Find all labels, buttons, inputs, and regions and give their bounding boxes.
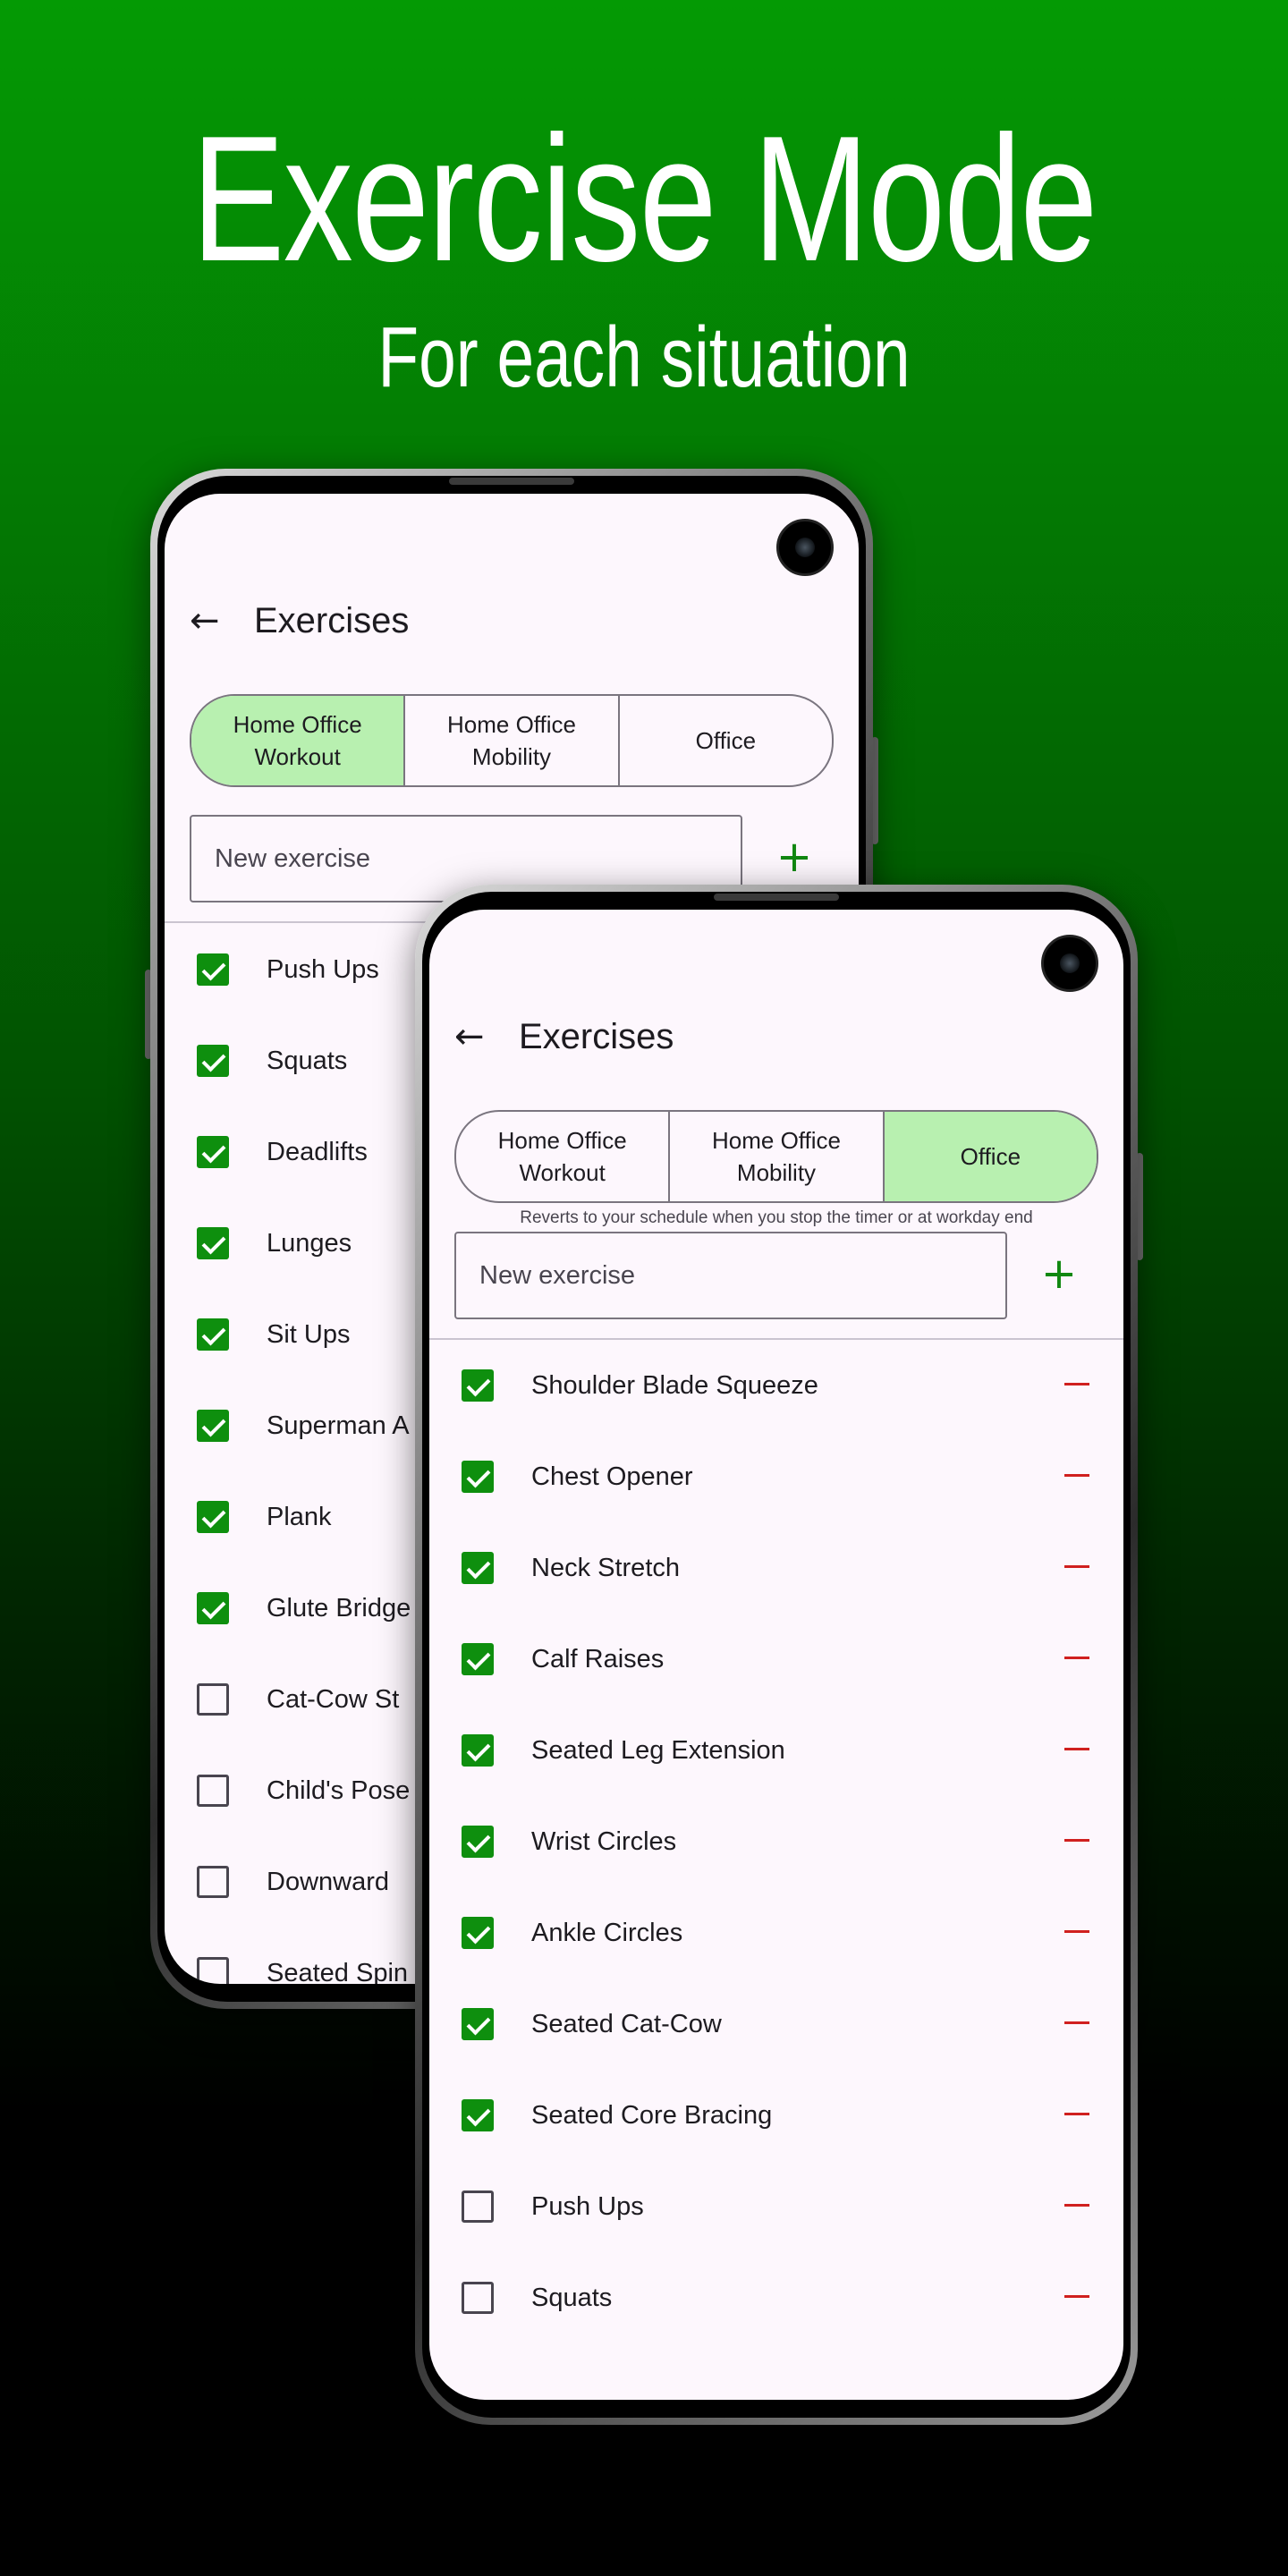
exercise-label: Squats: [531, 2284, 613, 2312]
list-item[interactable]: Shoulder Blade Squeeze: [429, 1340, 1123, 1431]
list-item[interactable]: Wrist Circles: [429, 1796, 1123, 1887]
add-exercise-button[interactable]: +: [767, 830, 821, 884]
speaker-slot: [714, 894, 839, 901]
page-title: Exercises: [519, 1017, 674, 1056]
exercise-label: Ankle Circles: [531, 1919, 683, 1947]
checkbox[interactable]: [462, 1369, 494, 1402]
remove-exercise-button[interactable]: [1064, 2204, 1089, 2207]
checkbox[interactable]: [197, 1410, 229, 1442]
segment-home-office-mobility[interactable]: Home Office Mobility: [670, 1112, 885, 1201]
list-item[interactable]: Neck Stretch: [429, 1522, 1123, 1614]
exercise-label: Squats: [267, 1046, 348, 1075]
exercise-label: Shoulder Blade Squeeze: [531, 1371, 818, 1400]
exercise-label: Glute Bridge: [267, 1594, 411, 1623]
checkbox[interactable]: [197, 1683, 229, 1716]
mode-segmented-control: Home Office Workout Home Office Mobility…: [190, 694, 834, 787]
remove-exercise-button[interactable]: [1064, 1748, 1089, 1750]
exercise-label: Neck Stretch: [531, 1554, 680, 1582]
checkbox[interactable]: [197, 1592, 229, 1624]
exercise-label: Deadlifts: [267, 1138, 368, 1166]
checkbox[interactable]: [462, 2099, 494, 2131]
app-bar: ← Exercises: [165, 587, 859, 657]
segment-home-office-mobility[interactable]: Home Office Mobility: [405, 696, 620, 785]
app-bar: ← Exercises: [429, 1003, 1123, 1072]
new-exercise-input[interactable]: New exercise: [454, 1232, 1007, 1319]
camera-icon: [1041, 935, 1098, 992]
exercise-label: Seated Core Bracing: [531, 2101, 773, 2130]
back-arrow-icon[interactable]: ←: [190, 603, 225, 639]
add-exercise-button[interactable]: +: [1032, 1247, 1086, 1301]
exercise-label: Cat-Cow St: [267, 1685, 400, 1714]
exercise-label: Superman A: [267, 1411, 410, 1440]
checkbox[interactable]: [197, 1957, 229, 1984]
page-title: Exercises: [254, 601, 410, 640]
segment-home-office-workout[interactable]: Home Office Workout: [456, 1112, 671, 1201]
front-phone: ← Exercises Home Office Workout Home Off…: [415, 885, 1143, 2425]
remove-exercise-button[interactable]: [1064, 1657, 1089, 1659]
checkbox[interactable]: [462, 1917, 494, 1949]
checkbox[interactable]: [462, 2008, 494, 2040]
list-item[interactable]: Seated Leg Extension: [429, 1705, 1123, 1796]
subheadline: For each situation: [377, 309, 911, 405]
exercise-label: Push Ups: [531, 2192, 644, 2221]
checkbox[interactable]: [197, 1775, 229, 1807]
segment-home-office-workout[interactable]: Home Office Workout: [191, 696, 406, 785]
checkbox[interactable]: [197, 1501, 229, 1533]
checkbox[interactable]: [197, 953, 229, 986]
speaker-slot: [449, 478, 574, 485]
front-phone-screen: ← Exercises Home Office Workout Home Off…: [429, 910, 1123, 2400]
remove-exercise-button[interactable]: [1064, 2113, 1089, 2115]
exercise-label: Child's Pose: [267, 1776, 411, 1805]
list-item[interactable]: Ankle Circles: [429, 1887, 1123, 1979]
segment-office[interactable]: Office: [620, 696, 832, 785]
remove-exercise-button[interactable]: [1064, 1474, 1089, 1477]
exercise-label: Calf Raises: [531, 1645, 665, 1674]
exercise-label: Push Ups: [267, 955, 379, 984]
exercise-label: Sit Ups: [267, 1320, 351, 1349]
remove-exercise-button[interactable]: [1064, 2021, 1089, 2024]
list-item[interactable]: Push Ups: [429, 2161, 1123, 2252]
checkbox[interactable]: [462, 1826, 494, 1858]
remove-exercise-button[interactable]: [1064, 1839, 1089, 1842]
mode-hint-text: Reverts to your schedule when you stop t…: [520, 1208, 1033, 1227]
checkbox[interactable]: [197, 1866, 229, 1898]
list-item[interactable]: Calf Raises: [429, 1614, 1123, 1705]
list-item[interactable]: Seated Cat-Cow: [429, 1979, 1123, 2070]
exercise-label: Plank: [267, 1503, 332, 1531]
list-item[interactable]: Chest Opener: [429, 1431, 1123, 1522]
exercise-label: Lunges: [267, 1229, 352, 1258]
segment-office[interactable]: Office: [884, 1112, 1097, 1201]
checkbox[interactable]: [197, 1045, 229, 1077]
list-item[interactable]: Seated Core Bracing: [429, 2070, 1123, 2161]
checkbox[interactable]: [462, 1552, 494, 1584]
exercise-label: Seated Leg Extension: [531, 1736, 785, 1765]
remove-exercise-button[interactable]: [1064, 2295, 1089, 2298]
remove-exercise-button[interactable]: [1064, 1930, 1089, 1933]
back-arrow-icon[interactable]: ←: [454, 1019, 490, 1055]
mode-segmented-control: Home Office Workout Home Office Mobility…: [454, 1110, 1098, 1203]
checkbox[interactable]: [197, 1318, 229, 1351]
exercise-label: Downward: [267, 1868, 389, 1896]
camera-icon: [776, 519, 834, 576]
checkbox[interactable]: [462, 2282, 494, 2314]
checkbox[interactable]: [462, 1734, 494, 1767]
list-item[interactable]: Squats: [429, 2252, 1123, 2343]
exercise-label: Seated Spin: [267, 1959, 409, 1984]
checkbox[interactable]: [197, 1227, 229, 1259]
remove-exercise-button[interactable]: [1064, 1565, 1089, 1568]
checkbox[interactable]: [197, 1136, 229, 1168]
checkbox[interactable]: [462, 1461, 494, 1493]
remove-exercise-button[interactable]: [1064, 1383, 1089, 1385]
headline: Exercise Mode: [191, 99, 1097, 299]
checkbox[interactable]: [462, 2190, 494, 2223]
checkbox[interactable]: [462, 1643, 494, 1675]
exercise-label: Seated Cat-Cow: [531, 2010, 722, 2038]
exercise-label: Wrist Circles: [531, 1827, 677, 1856]
exercise-label: Chest Opener: [531, 1462, 693, 1491]
